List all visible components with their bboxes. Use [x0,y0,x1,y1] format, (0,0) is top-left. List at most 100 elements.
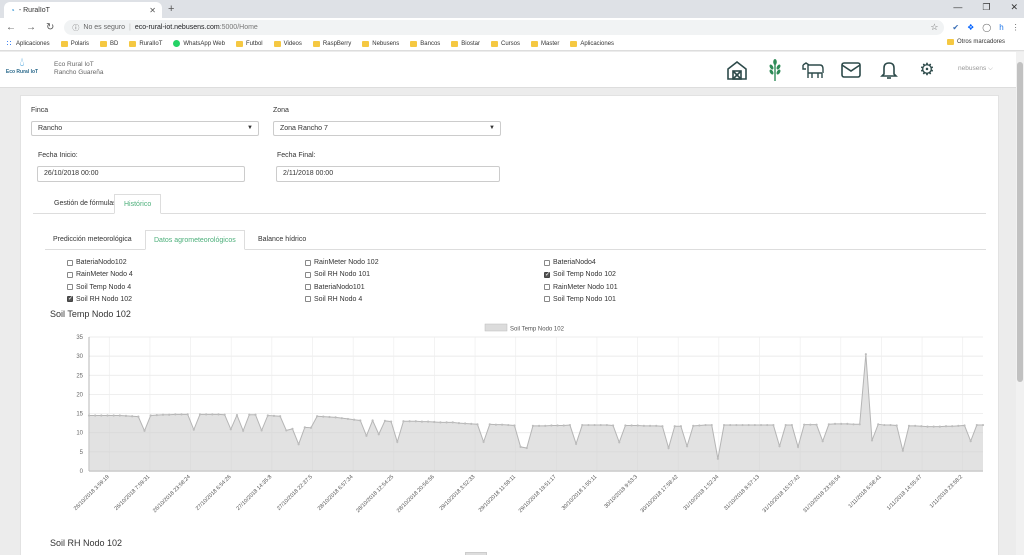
checkbox-box[interactable] [544,296,550,303]
bookmark-star-icon[interactable]: ☆ [930,22,938,33]
sensor-checkbox[interactable]: BateriaNodo101 [305,284,365,291]
bookmark-item[interactable]: RuralIoT [129,40,162,47]
reload-icon[interactable]: ↻ [46,22,54,33]
browser-tab[interactable]: ◔ - RuralIoT ✕ [4,2,162,18]
data-point [698,424,701,427]
data-point [692,424,695,427]
sensor-checkbox[interactable]: Soil RH Nodo 101 [305,271,370,278]
livestock-icon[interactable] [794,57,832,83]
app-header: 💧︎ Eco Rural IoT Eco Rural IoT Rancho Gu… [0,52,1016,88]
forward-icon[interactable]: → [26,22,36,33]
fecha-inicio-input[interactable]: 26/10/2018 00:00 [37,166,245,182]
gear-icon[interactable]: ⚙ [908,57,946,83]
close-tab-icon[interactable]: ✕ [149,6,156,15]
data-point [981,423,985,427]
app-logo[interactable]: 💧︎ Eco Rural IoT [4,55,40,75]
bookmark-item[interactable]: Polaris [60,40,89,47]
checkbox-box[interactable] [305,284,311,291]
profile-icon[interactable]: h [999,23,1003,32]
data-point [679,425,682,428]
checkbox-box[interactable] [67,284,73,291]
sensor-checkbox[interactable]: RainMeter Nodo 4 [67,271,133,278]
scrollbar-thumb[interactable] [1017,62,1023,382]
info-icon[interactable]: ⓘ [72,23,79,33]
bookmark-item[interactable]: Aplicaciones [570,40,614,47]
data-point [149,414,152,417]
data-point [229,428,232,431]
omnibox[interactable]: ⓘ No es seguro | eco-rural-iot.nebusens.… [64,20,945,35]
dropbox-icon[interactable]: ❖ [967,23,974,32]
crop-icon[interactable] [756,57,794,83]
farm-icon[interactable] [718,57,756,83]
minimize-icon[interactable]: — [953,2,962,13]
data-point [722,423,726,427]
data-point [531,424,535,427]
bookmark-item[interactable]: Cursos [490,40,520,47]
checkbox-box[interactable] [544,284,550,291]
data-point [593,423,596,427]
bookmark-item[interactable]: WhatsApp Web [173,40,225,47]
data-point [525,446,528,450]
bookmark-item[interactable]: RaspBerry [312,40,351,47]
bookmark-item[interactable]: Bancos [410,40,440,47]
finca-select[interactable]: Rancho ▼ [31,121,259,136]
sensor-checkbox[interactable]: ✓ Soil RH Nodo 102 [67,296,132,303]
bookmark-item[interactable]: Biostar [451,40,480,47]
checkbox-box[interactable] [305,296,311,303]
zona-select[interactable]: Zona Rancho 7 ▼ [273,121,501,136]
sensor-checkbox[interactable]: Soil Temp Nodo 101 [544,296,616,303]
sensor-checkbox[interactable]: RainMeter Nodo 102 [305,259,379,266]
bookmark-item[interactable]: Master [531,40,559,47]
x-tick-label: 29/10/2018 3:52:33 [439,474,477,512]
tab-historico[interactable]: Histórico [114,194,162,214]
sensor-checkbox[interactable]: Soil Temp Nodo 4 [67,284,131,291]
checkbox-box[interactable] [67,271,73,278]
tab-prediccion[interactable]: Predicción meteorológica [45,230,140,250]
fecha-final-input[interactable]: 2/11/2018 00:00 [276,166,500,182]
tab-balance-hidrico[interactable]: Balance hídrico [250,230,314,250]
sensor-checkbox[interactable]: BateriaNodo102 [67,259,127,266]
data-point [710,423,713,427]
data-point [951,425,954,428]
bell-icon[interactable] [870,57,908,83]
bookmark-item[interactable]: BD [100,40,118,47]
bookmark-item[interactable]: Nebusens [362,40,399,47]
bookmark-item[interactable]: Videos [273,40,302,47]
sensor-checkbox[interactable]: Soil RH Nodo 4 [305,296,362,303]
data-point [451,421,454,424]
data-point [858,423,861,426]
checkbox-box[interactable]: ✓ [67,296,73,303]
data-point [439,421,442,424]
close-window-icon[interactable]: ✕ [1010,2,1018,13]
extension-icon[interactable]: ✔ [952,23,959,32]
extension-icon[interactable]: ◯ [982,23,991,32]
data-point [365,434,368,437]
x-tick-label: 26/10/2018 3:59:19 [73,474,111,512]
bookmark-item[interactable]: Futbol [235,40,263,47]
restore-icon[interactable]: ❐ [982,2,990,13]
x-tick-label: 30/10/2018 9:53:3 [603,474,639,510]
sensor-checkbox[interactable]: RainMeter Nodo 101 [544,284,618,291]
mail-icon[interactable] [832,57,870,83]
sensor-checkbox[interactable]: ✓ Soil Temp Nodo 102 [544,271,616,278]
other-bookmarks[interactable]: Otros marcadores [946,39,1005,45]
data-point [574,442,578,445]
checkbox-box[interactable]: ✓ [544,271,550,278]
bookmark-apps[interactable]: Aplicaciones [6,40,50,47]
checkbox-box[interactable] [67,259,73,266]
menu-icon[interactable]: ⋮ [1012,23,1020,32]
checkbox-box[interactable] [544,259,550,266]
checkbox-box[interactable] [305,259,311,266]
checkbox-box[interactable] [305,271,311,278]
back-icon[interactable]: ← [6,22,16,33]
data-point [938,425,941,428]
data-point [500,423,504,426]
page-scrollbar[interactable] [1016,52,1024,555]
sensor-checkbox[interactable]: BateriaNodo4 [544,259,596,266]
data-point [605,423,609,427]
new-tab-button[interactable]: + [168,3,174,15]
data-point [883,423,886,427]
tab-datos-agrometeorologicos[interactable]: Datos agrometeorológicos [145,230,245,250]
user-menu[interactable]: nebusens ⌵ [958,65,993,73]
data-point [809,423,812,426]
